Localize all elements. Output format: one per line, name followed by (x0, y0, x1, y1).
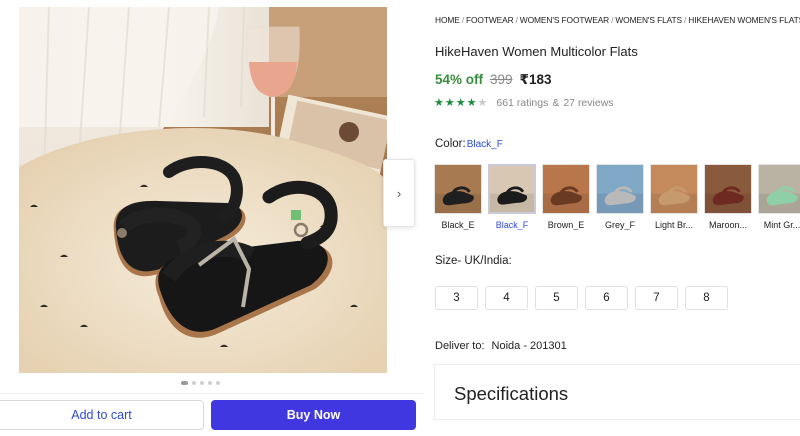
product-photo (19, 7, 387, 373)
rating-stars: ★ ★ ★ ★ ★ (434, 96, 487, 109)
price-row: 54% off 399 ₹183 (435, 72, 551, 88)
color-swatch-label: Black_E (441, 220, 475, 230)
next-image-button[interactable]: › (383, 159, 415, 227)
breadcrumb-item[interactable]: HIKEHAVEN WOMEN'S FLATS (688, 15, 800, 25)
deliver-to-label: Deliver to: (435, 340, 485, 352)
color-swatch-label: Grey_F (604, 220, 635, 230)
size-label: Size- UK/India: (435, 255, 512, 267)
original-price: 399 (490, 72, 513, 87)
color-swatch[interactable]: Grey_F (596, 164, 644, 230)
size-option-button[interactable]: 7 (635, 286, 678, 310)
color-swatch[interactable]: Brown_E (542, 164, 590, 230)
specifications-title: Specifications (454, 383, 569, 404)
reviews-count: 27 reviews (563, 96, 614, 109)
action-bar: Add to cart Buy Now (0, 393, 424, 436)
ratings-count: 661 ratings (496, 96, 549, 109)
color-heading: Color:Black_F (435, 138, 503, 150)
size-option-button[interactable]: 5 (535, 286, 578, 310)
add-to-cart-button[interactable]: Add to cart (0, 400, 204, 430)
color-swatch-label: Light Br... (654, 220, 694, 230)
color-swatch-thumbnail (758, 164, 800, 214)
size-option-button[interactable]: 8 (685, 286, 728, 310)
rating-row[interactable]: ★ ★ ★ ★ ★ 661 ratings & 27 reviews (434, 96, 614, 110)
breadcrumb-item[interactable]: HOME (435, 15, 460, 25)
image-pagination-dots (181, 381, 220, 385)
color-swatch-thumbnail (596, 164, 644, 214)
pagination-dot[interactable] (181, 381, 188, 385)
color-swatch-label: Black_F (495, 220, 529, 230)
size-option-button[interactable]: 3 (435, 286, 478, 310)
breadcrumb-item[interactable]: FOOTWEAR (466, 15, 514, 25)
color-swatch[interactable]: Light Br... (650, 164, 698, 230)
size-options: 345678 (435, 286, 728, 310)
pagination-dot[interactable] (200, 381, 204, 385)
color-swatch-thumbnail (488, 164, 536, 214)
chevron-right-icon: › (396, 185, 402, 201)
breadcrumb-item[interactable]: WOMEN'S FLATS (615, 15, 682, 25)
star-icon: ★ (455, 97, 466, 109)
pagination-dot[interactable] (216, 381, 220, 385)
pagination-dot[interactable] (192, 381, 196, 385)
color-swatch[interactable]: Maroon... (704, 164, 752, 230)
pagination-dot[interactable] (208, 381, 212, 385)
star-icon: ★ (477, 97, 488, 109)
delivery-location: Noida - 201301 (491, 340, 567, 352)
color-swatch-label: Mint Gr... (763, 220, 800, 230)
color-swatch-label: Brown_E (547, 220, 585, 230)
color-swatch-thumbnail (650, 164, 698, 214)
color-swatch[interactable]: Mint Gr... (758, 164, 800, 230)
color-label: Color: (435, 138, 466, 150)
breadcrumb: HOME / FOOTWEAR / WOMEN'S FOOTWEAR / WOMEN'S F… (435, 15, 800, 25)
star-icon: ★ (444, 97, 455, 109)
ratings-separator: & (552, 96, 560, 109)
specifications-section[interactable]: Specifications (434, 364, 800, 420)
color-swatch-thumbnail (434, 164, 482, 214)
color-swatch[interactable]: Black_F (488, 164, 536, 230)
delivery-row[interactable]: Deliver to: Noida - 201301 (435, 340, 567, 352)
color-swatch-thumbnail (704, 164, 752, 214)
color-selected-value: Black_F (466, 139, 503, 150)
size-option-button[interactable]: 6 (585, 286, 628, 310)
size-option-button[interactable]: 4 (485, 286, 528, 310)
color-swatch-label: Maroon... (708, 220, 748, 230)
color-swatch[interactable]: Black_E (434, 164, 482, 230)
main-product-image[interactable] (19, 7, 387, 373)
breadcrumb-item[interactable]: WOMEN'S FOOTWEAR (520, 15, 609, 25)
color-swatches: Black_E Black_F Brown_E Grey_F Light Br... Ma… (434, 164, 800, 230)
color-swatch-thumbnail (542, 164, 590, 214)
discount-percent: 54% off (435, 72, 484, 87)
selling-price: ₹183 (519, 72, 552, 87)
buy-now-button[interactable]: Buy Now (211, 400, 416, 430)
star-icon: ★ (466, 97, 477, 109)
star-icon: ★ (434, 97, 444, 109)
product-title: HikeHaven Women Multicolor Flats (435, 44, 638, 59)
